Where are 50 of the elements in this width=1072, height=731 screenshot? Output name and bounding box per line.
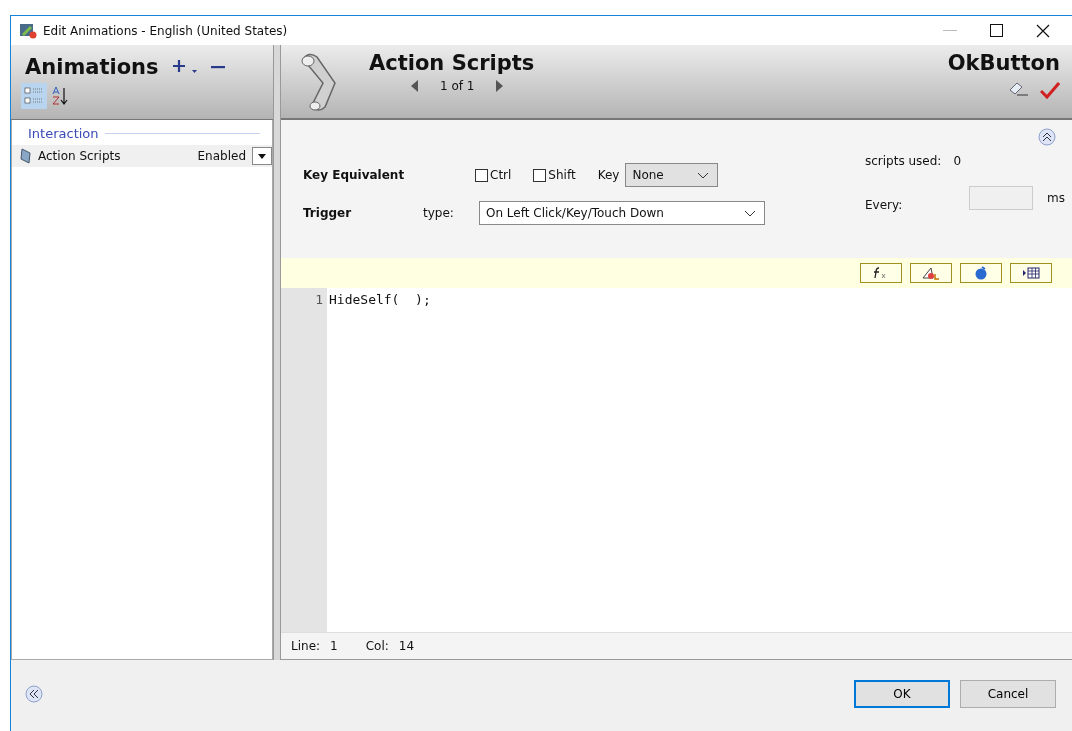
shapes-icon [921,266,941,280]
line-label: Line: [291,639,321,653]
table-button[interactable] [1010,263,1052,283]
panel-title: Animations [25,55,159,79]
dropdown-icon[interactable] [252,147,272,165]
animation-item[interactable]: Action Scripts Enabled [12,145,272,167]
table-icon [1022,267,1040,279]
collapse-up-icon[interactable] [1038,128,1056,146]
ball-icon [973,266,989,280]
key-label: Key [597,168,620,182]
app-icon [19,22,37,39]
col-label: Col: [365,639,389,653]
cancel-button[interactable]: Cancel [960,680,1056,708]
key-equivalent-label: Key Equivalent [303,168,406,182]
checkmark-icon[interactable] [1040,81,1060,99]
window-title: Edit Animations - English (United States) [43,23,288,38]
animation-name: Action Scripts [38,149,121,163]
page-indicator: 1 of 1 [440,79,475,93]
key-dropdown[interactable]: None [625,163,719,187]
remove-icon[interactable] [210,65,225,69]
trigger-label: Trigger [303,206,353,220]
unit-label: ms [1047,191,1065,205]
line-number: 1 [315,292,323,307]
close-icon[interactable] [1036,23,1050,38]
chevron-down-icon [697,171,710,179]
eraser-icon[interactable] [1008,81,1030,97]
trigger-type-dropdown[interactable]: On Left Click/Key/Touch Down [479,201,765,225]
type-label: type: [423,206,455,220]
line-value: 1 [330,639,338,653]
maximize-icon[interactable] [990,24,1003,37]
previous-icon[interactable] [411,80,418,92]
object-name: OkButton [947,51,1060,75]
scripts-used-value: 0 [953,154,962,168]
graphic-button[interactable] [910,263,952,283]
modifier-checkbox[interactable]: Shift [533,168,576,182]
editor-title: Action Scripts [369,51,535,75]
col-value: 14 [398,639,415,653]
ok-button[interactable]: OK [854,680,950,708]
modifier-checkbox[interactable]: Ctrl [475,168,512,182]
object-button[interactable] [960,263,1002,283]
next-icon[interactable] [496,80,504,92]
scripts-used-label: scripts used: [865,154,942,168]
group-label: Interaction [28,126,99,141]
code-line: HideSelf( ); [329,292,431,307]
every-label: Every: [865,197,904,212]
animation-status: Enabled [197,149,246,163]
chevron-down-icon [744,209,756,217]
function-button[interactable] [860,263,902,283]
add-icon[interactable] [172,59,199,75]
collapse-left-icon[interactable] [25,685,43,703]
